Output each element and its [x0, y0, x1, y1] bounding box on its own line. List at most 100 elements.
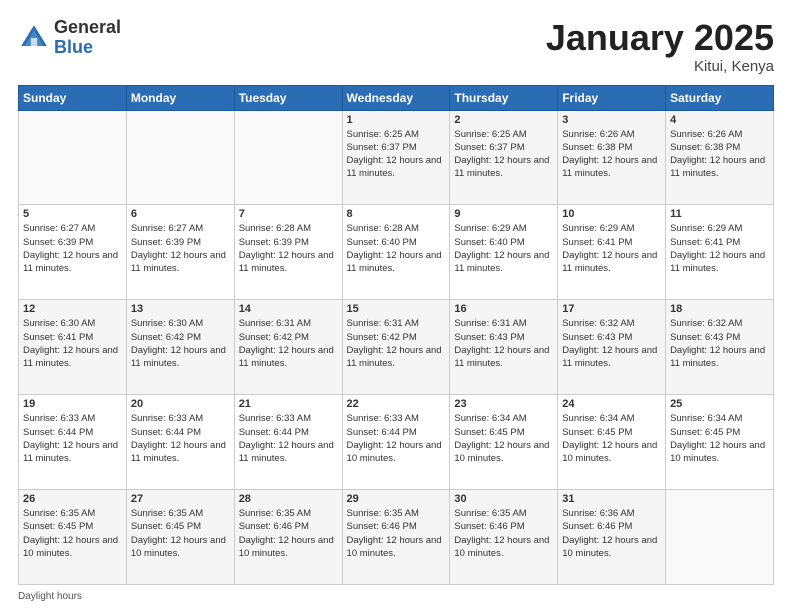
- day-number: 14: [239, 303, 338, 315]
- daylight: Daylight: 12 hours and 10 minutes.: [670, 440, 765, 464]
- sunset: Sunset: 6:38 PM: [670, 142, 740, 153]
- day-cell: 7 Sunrise: 6:28 AM Sunset: 6:39 PM Dayli…: [234, 205, 342, 300]
- sunset: Sunset: 6:43 PM: [454, 332, 524, 343]
- day-cell: 31 Sunrise: 6:36 AM Sunset: 6:46 PM Dayl…: [558, 490, 666, 585]
- sunrise: Sunrise: 6:29 AM: [670, 223, 742, 234]
- daylight: Daylight: 12 hours and 10 minutes.: [23, 535, 118, 559]
- day-cell: 8 Sunrise: 6:28 AM Sunset: 6:40 PM Dayli…: [342, 205, 450, 300]
- day-cell: 21 Sunrise: 6:33 AM Sunset: 6:44 PM Dayl…: [234, 395, 342, 490]
- sunset: Sunset: 6:46 PM: [347, 521, 417, 532]
- day-number: 26: [23, 493, 122, 505]
- daylight: Daylight: 12 hours and 10 minutes.: [347, 440, 442, 464]
- day-number: 21: [239, 398, 338, 410]
- sunrise: Sunrise: 6:28 AM: [347, 223, 419, 234]
- logo-blue: Blue: [54, 37, 93, 57]
- daylight: Daylight: 12 hours and 10 minutes.: [562, 440, 657, 464]
- day-cell: 12 Sunrise: 6:30 AM Sunset: 6:41 PM Dayl…: [19, 300, 127, 395]
- day-cell: 30 Sunrise: 6:35 AM Sunset: 6:46 PM Dayl…: [450, 490, 558, 585]
- day-info: Sunrise: 6:33 AM Sunset: 6:44 PM Dayligh…: [347, 412, 446, 465]
- day-info: Sunrise: 6:25 AM Sunset: 6:37 PM Dayligh…: [347, 128, 446, 181]
- sunset: Sunset: 6:41 PM: [23, 332, 93, 343]
- day-info: Sunrise: 6:30 AM Sunset: 6:41 PM Dayligh…: [23, 317, 122, 370]
- daylight: Daylight: 12 hours and 11 minutes.: [23, 345, 118, 369]
- day-info: Sunrise: 6:27 AM Sunset: 6:39 PM Dayligh…: [131, 222, 230, 275]
- sunset: Sunset: 6:39 PM: [23, 237, 93, 248]
- day-info: Sunrise: 6:25 AM Sunset: 6:37 PM Dayligh…: [454, 128, 553, 181]
- day-info: Sunrise: 6:29 AM Sunset: 6:41 PM Dayligh…: [562, 222, 661, 275]
- day-info: Sunrise: 6:33 AM Sunset: 6:44 PM Dayligh…: [131, 412, 230, 465]
- day-number: 30: [454, 493, 553, 505]
- day-number: 5: [23, 208, 122, 220]
- day-number: 27: [131, 493, 230, 505]
- day-info: Sunrise: 6:29 AM Sunset: 6:41 PM Dayligh…: [670, 222, 769, 275]
- weekday-friday: Friday: [558, 85, 666, 110]
- daylight: Daylight: 12 hours and 11 minutes.: [131, 250, 226, 274]
- sunset: Sunset: 6:46 PM: [454, 521, 524, 532]
- day-info: Sunrise: 6:33 AM Sunset: 6:44 PM Dayligh…: [23, 412, 122, 465]
- month-title: January 2025: [546, 18, 774, 58]
- sunset: Sunset: 6:42 PM: [131, 332, 201, 343]
- day-info: Sunrise: 6:35 AM Sunset: 6:45 PM Dayligh…: [23, 507, 122, 560]
- daylight: Daylight: 12 hours and 11 minutes.: [347, 155, 442, 179]
- week-row-1: 1 Sunrise: 6:25 AM Sunset: 6:37 PM Dayli…: [19, 110, 774, 205]
- logo-text: General Blue: [54, 18, 121, 58]
- day-cell: 23 Sunrise: 6:34 AM Sunset: 6:45 PM Dayl…: [450, 395, 558, 490]
- day-info: Sunrise: 6:33 AM Sunset: 6:44 PM Dayligh…: [239, 412, 338, 465]
- day-cell: 18 Sunrise: 6:32 AM Sunset: 6:43 PM Dayl…: [666, 300, 774, 395]
- day-cell: 13 Sunrise: 6:30 AM Sunset: 6:42 PM Dayl…: [126, 300, 234, 395]
- day-cell: 26 Sunrise: 6:35 AM Sunset: 6:45 PM Dayl…: [19, 490, 127, 585]
- daylight: Daylight: 12 hours and 10 minutes.: [239, 535, 334, 559]
- sunrise: Sunrise: 6:28 AM: [239, 223, 311, 234]
- sunset: Sunset: 6:44 PM: [23, 427, 93, 438]
- daylight: Daylight: 12 hours and 11 minutes.: [454, 345, 549, 369]
- day-cell: 29 Sunrise: 6:35 AM Sunset: 6:46 PM Dayl…: [342, 490, 450, 585]
- day-number: 19: [23, 398, 122, 410]
- sunrise: Sunrise: 6:33 AM: [131, 413, 203, 424]
- sunrise: Sunrise: 6:35 AM: [23, 508, 95, 519]
- sunset: Sunset: 6:42 PM: [239, 332, 309, 343]
- weekday-thursday: Thursday: [450, 85, 558, 110]
- week-row-4: 19 Sunrise: 6:33 AM Sunset: 6:44 PM Dayl…: [19, 395, 774, 490]
- day-number: 17: [562, 303, 661, 315]
- sunrise: Sunrise: 6:27 AM: [23, 223, 95, 234]
- day-number: 16: [454, 303, 553, 315]
- sunrise: Sunrise: 6:29 AM: [562, 223, 634, 234]
- sunset: Sunset: 6:37 PM: [454, 142, 524, 153]
- day-cell: [19, 110, 127, 205]
- day-number: 11: [670, 208, 769, 220]
- sunset: Sunset: 6:39 PM: [131, 237, 201, 248]
- location: Kitui, Kenya: [546, 58, 774, 75]
- day-number: 24: [562, 398, 661, 410]
- day-number: 1: [347, 114, 446, 126]
- sunset: Sunset: 6:45 PM: [131, 521, 201, 532]
- day-info: Sunrise: 6:27 AM Sunset: 6:39 PM Dayligh…: [23, 222, 122, 275]
- day-cell: [126, 110, 234, 205]
- sunset: Sunset: 6:45 PM: [670, 427, 740, 438]
- day-info: Sunrise: 6:35 AM Sunset: 6:46 PM Dayligh…: [239, 507, 338, 560]
- day-number: 25: [670, 398, 769, 410]
- weekday-monday: Monday: [126, 85, 234, 110]
- sunset: Sunset: 6:44 PM: [131, 427, 201, 438]
- day-cell: 16 Sunrise: 6:31 AM Sunset: 6:43 PM Dayl…: [450, 300, 558, 395]
- sunrise: Sunrise: 6:30 AM: [131, 318, 203, 329]
- daylight: Daylight: 12 hours and 11 minutes.: [670, 345, 765, 369]
- day-info: Sunrise: 6:32 AM Sunset: 6:43 PM Dayligh…: [670, 317, 769, 370]
- daylight: Daylight: 12 hours and 11 minutes.: [131, 345, 226, 369]
- day-cell: 15 Sunrise: 6:31 AM Sunset: 6:42 PM Dayl…: [342, 300, 450, 395]
- daylight: Daylight: 12 hours and 11 minutes.: [239, 440, 334, 464]
- logo-general: General: [54, 17, 121, 37]
- day-cell: 1 Sunrise: 6:25 AM Sunset: 6:37 PM Dayli…: [342, 110, 450, 205]
- day-cell: 27 Sunrise: 6:35 AM Sunset: 6:45 PM Dayl…: [126, 490, 234, 585]
- sunrise: Sunrise: 6:33 AM: [23, 413, 95, 424]
- daylight: Daylight: 12 hours and 11 minutes.: [239, 250, 334, 274]
- sunset: Sunset: 6:45 PM: [562, 427, 632, 438]
- sunrise: Sunrise: 6:35 AM: [239, 508, 311, 519]
- week-row-2: 5 Sunrise: 6:27 AM Sunset: 6:39 PM Dayli…: [19, 205, 774, 300]
- day-number: 15: [347, 303, 446, 315]
- sunset: Sunset: 6:42 PM: [347, 332, 417, 343]
- sunset: Sunset: 6:46 PM: [239, 521, 309, 532]
- sunset: Sunset: 6:44 PM: [347, 427, 417, 438]
- day-cell: 5 Sunrise: 6:27 AM Sunset: 6:39 PM Dayli…: [19, 205, 127, 300]
- day-info: Sunrise: 6:28 AM Sunset: 6:40 PM Dayligh…: [347, 222, 446, 275]
- header: General Blue January 2025 Kitui, Kenya: [18, 18, 774, 75]
